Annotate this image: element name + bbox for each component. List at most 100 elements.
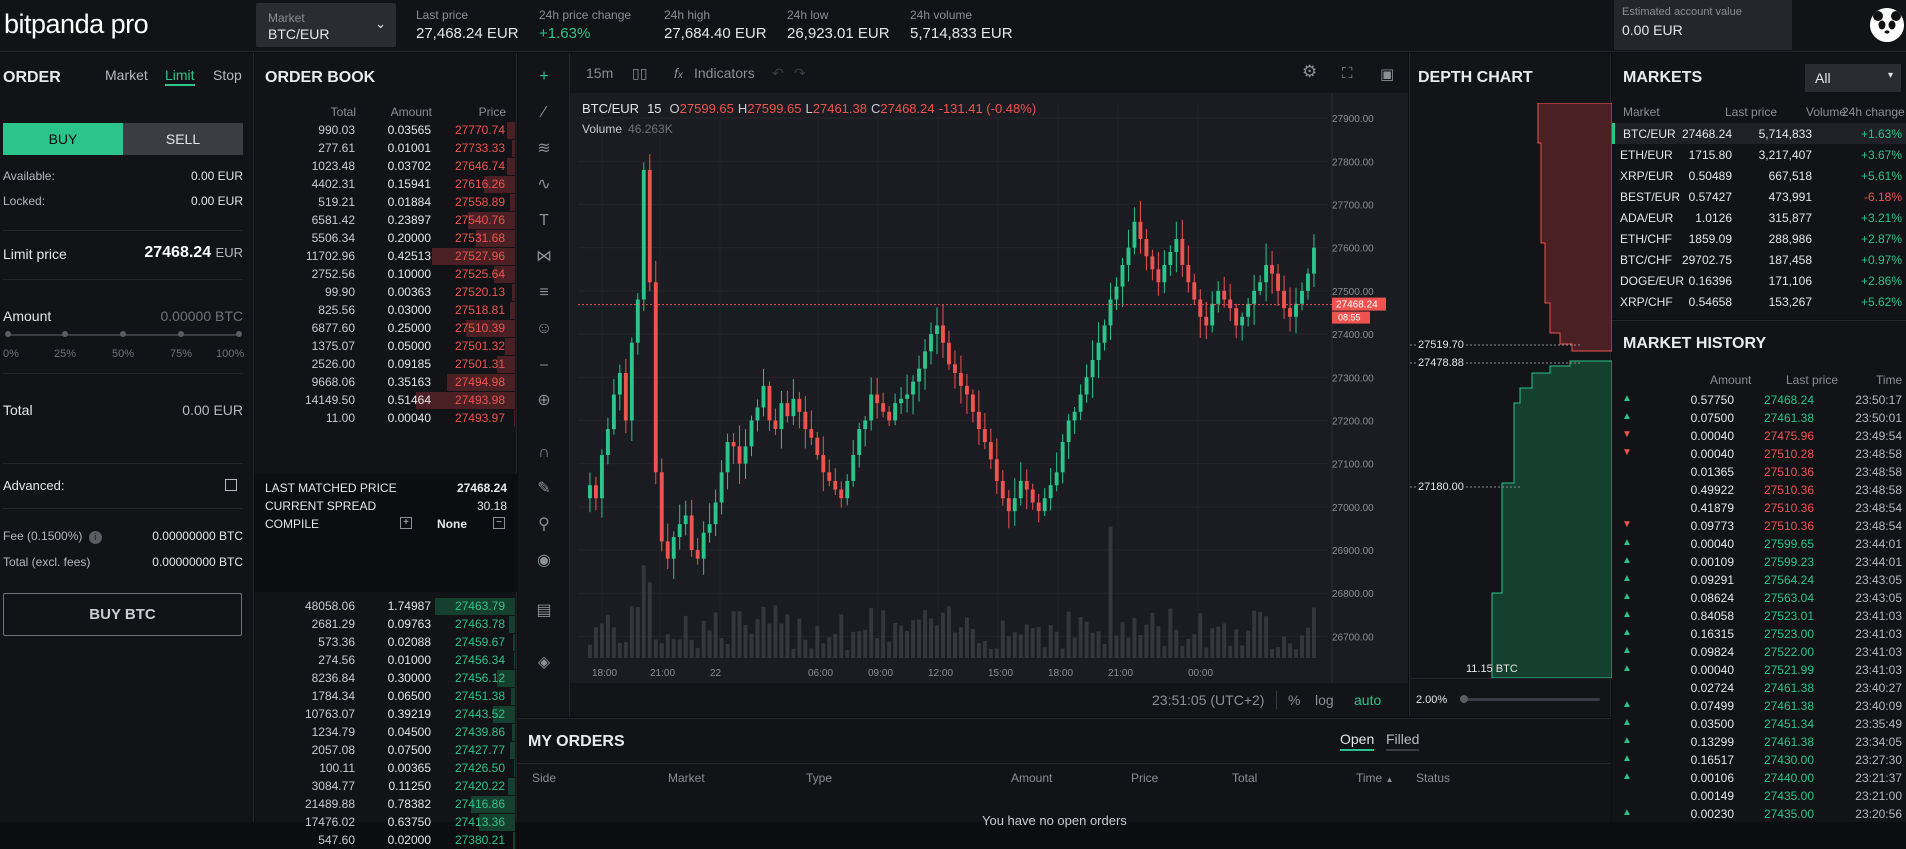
pitchfork-icon[interactable]: ≋ <box>532 137 556 161</box>
candle-up[interactable] <box>779 403 784 430</box>
brush-icon[interactable]: ∿ <box>532 173 556 197</box>
candle-up[interactable] <box>1246 303 1251 317</box>
candle-down[interactable] <box>947 342 951 365</box>
candle-up[interactable] <box>1114 286 1119 300</box>
market-row[interactable]: ADA/EUR 1.0126 315,877 +3.21% <box>1612 207 1906 228</box>
slider-stop-0[interactable] <box>5 331 11 337</box>
indicators-fx-icon[interactable]: fx <box>674 65 683 81</box>
order-book-ask-row[interactable]: 277.61 0.01001 27733.33 <box>255 139 515 157</box>
layers-icon[interactable]: ◈ <box>532 651 556 675</box>
slider-stop-100[interactable] <box>236 331 242 337</box>
candle-down[interactable] <box>827 472 832 481</box>
candle-down[interactable] <box>1192 282 1197 300</box>
candle-up[interactable] <box>1018 480 1023 499</box>
order-book-ask-row[interactable]: 990.03 0.03565 27770.74 <box>255 121 515 139</box>
zoom-in-icon[interactable]: ⊕ <box>532 389 556 413</box>
trash-icon[interactable]: ▤ <box>532 599 556 623</box>
candle-down[interactable] <box>1228 299 1233 309</box>
candle-down[interactable] <box>988 442 993 460</box>
market-row[interactable]: ETH/CHF 1859.09 288,986 +2.87% <box>1612 228 1906 249</box>
candle-down[interactable] <box>1282 290 1286 309</box>
order-book-bid-row[interactable]: 10763.07 0.39219 27443.52 <box>255 705 515 723</box>
market-row[interactable]: BEST/EUR 0.57427 473,991 -6.18% <box>1612 186 1906 207</box>
candle-down[interactable] <box>593 485 598 499</box>
advanced-checkbox[interactable] <box>225 479 237 491</box>
order-book-ask-row[interactable]: 825.56 0.03000 27518.81 <box>255 301 515 319</box>
candle-down[interactable] <box>1144 239 1149 257</box>
candle-down[interactable] <box>833 480 838 490</box>
market-row[interactable]: BTC/CHF 29702.75 187,458 +0.97% <box>1612 249 1906 270</box>
candle-down[interactable] <box>1270 264 1275 274</box>
market-row[interactable]: DOGE/EUR 0.16396 171,106 +2.86% <box>1612 270 1906 291</box>
candle-down[interactable] <box>803 411 808 430</box>
candle-down[interactable] <box>1000 480 1005 499</box>
candle-up[interactable] <box>713 502 718 525</box>
col-time[interactable]: Time ▲ <box>1356 771 1394 785</box>
candle-down[interactable] <box>737 446 742 464</box>
order-book-bid-row[interactable]: 1234.79 0.04500 27439.86 <box>255 723 515 741</box>
candle-up[interactable] <box>1264 264 1269 283</box>
slider-stop-50[interactable] <box>120 331 126 337</box>
candle-up[interactable] <box>629 342 634 421</box>
tab-stop[interactable]: Stop <box>213 67 242 83</box>
order-book-ask-row[interactable]: 99.90 0.00363 27520.13 <box>255 283 515 301</box>
candle-up[interactable] <box>1252 290 1257 304</box>
candle-up[interactable] <box>1042 498 1047 512</box>
redo-icon[interactable]: ↷ <box>794 65 806 82</box>
candle-up[interactable] <box>611 394 616 430</box>
candle-up[interactable] <box>1174 239 1179 253</box>
candle-down[interactable] <box>976 411 981 430</box>
candle-down[interactable] <box>815 437 820 456</box>
price-chart[interactable]: 27900.00 27800.00 27700.00 27600.00 27500.00… <box>570 93 1408 683</box>
candle-down[interactable] <box>689 515 694 551</box>
lock-icon[interactable]: ⚲ <box>532 513 556 537</box>
candle-up[interactable] <box>683 515 688 525</box>
tab-market[interactable]: Market <box>105 67 148 83</box>
trend-line-icon[interactable]: ∕ <box>532 101 556 125</box>
candle-up[interactable] <box>1216 290 1221 304</box>
bitpanda-logo[interactable]: bitpanda pro <box>4 9 149 40</box>
candle-up[interactable] <box>1012 498 1017 512</box>
candle-up[interactable] <box>701 532 706 559</box>
candle-up[interactable] <box>911 381 916 395</box>
order-book-ask-row[interactable]: 11702.96 0.42513 27527.96 <box>255 247 515 265</box>
candle-down[interactable] <box>1276 273 1281 291</box>
text-tool-icon[interactable]: T <box>532 209 556 233</box>
candle-down[interactable] <box>821 455 826 473</box>
log-toggle[interactable]: log <box>1315 692 1334 708</box>
ruler-icon[interactable]: ⎯ <box>532 353 556 377</box>
account-value-box[interactable]: Estimated account value 0.00 EUR <box>1614 0 1792 50</box>
candle-up[interactable] <box>1060 442 1065 473</box>
order-book-bid-row[interactable]: 17476.02 0.63750 27413.36 <box>255 813 515 831</box>
candle-up[interactable] <box>1072 411 1077 421</box>
indicators-button[interactable]: Indicators <box>694 65 755 81</box>
order-book-bid-row[interactable]: 1784.34 0.06500 27451.38 <box>255 687 515 705</box>
candle-up[interactable] <box>671 537 676 559</box>
order-book-bid-row[interactable]: 2681.29 0.09763 27463.78 <box>255 615 515 633</box>
candle-down[interactable] <box>1036 502 1041 512</box>
order-book-ask-row[interactable]: 9668.06 0.35163 27494.98 <box>255 373 515 391</box>
candle-up[interactable] <box>923 351 927 369</box>
order-book-ask-row[interactable]: 14149.50 0.51464 27493.98 <box>255 391 515 409</box>
candle-down[interactable] <box>1204 316 1209 326</box>
candle-down[interactable] <box>941 325 945 343</box>
market-row[interactable]: BTC/EUR 27468.24 5,714,833 +1.63% <box>1612 123 1906 144</box>
tab-filled-orders[interactable]: Filled <box>1386 731 1420 751</box>
settings-gear-icon[interactable]: ⚙ <box>1302 62 1317 82</box>
tab-limit[interactable]: Limit <box>165 67 195 86</box>
crosshair-icon[interactable]: + <box>532 65 556 89</box>
amount-input[interactable]: 0.00000 BTC <box>161 308 244 324</box>
candle-down[interactable] <box>1150 256 1155 270</box>
candle-up[interactable] <box>1168 252 1173 265</box>
candle-up[interactable] <box>1132 221 1137 248</box>
candle-down[interactable] <box>767 385 772 421</box>
candle-up[interactable] <box>707 524 712 533</box>
candle-down[interactable] <box>1180 239 1185 265</box>
candle-up[interactable] <box>1306 273 1310 291</box>
candle-up[interactable] <box>1294 303 1298 317</box>
candle-up[interactable] <box>929 334 933 352</box>
order-book-ask-row[interactable]: 519.21 0.01884 27558.89 <box>255 193 515 211</box>
depth-zoom-handle[interactable] <box>1460 695 1468 703</box>
order-book-bid-row[interactable]: 547.60 0.02000 27380.21 <box>255 831 515 849</box>
order-book-ask-row[interactable]: 1023.48 0.03702 27646.74 <box>255 157 515 175</box>
